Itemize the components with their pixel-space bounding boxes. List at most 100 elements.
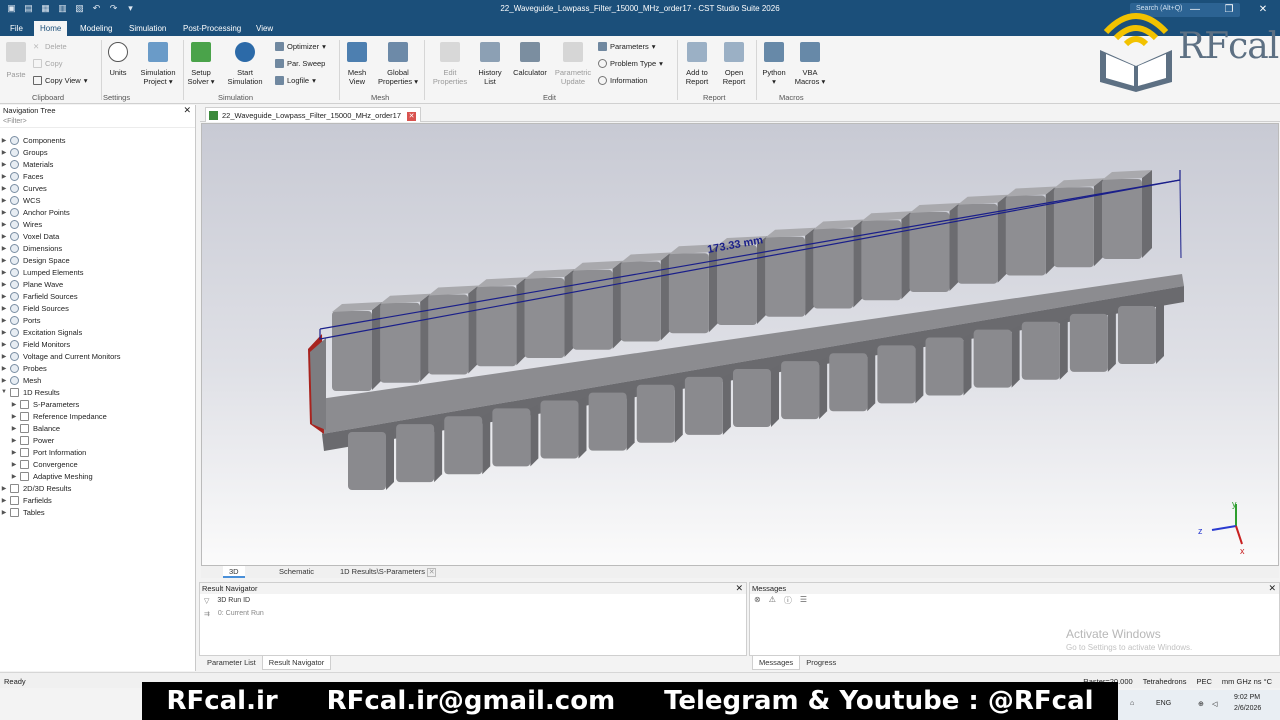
start-simulation-button[interactable]: Start Simulation [224, 42, 266, 86]
expand-arrow-icon[interactable]: ▶ [10, 437, 18, 444]
python-button[interactable]: Python ▾ [760, 42, 788, 86]
result-run-row[interactable]: ⇉ 0: Current Run [200, 607, 746, 620]
tree-item-wires[interactable]: ▶ Wires [0, 218, 195, 230]
tree-item-wcs[interactable]: ▶ WCS [0, 194, 195, 206]
status-boundary[interactable]: PEC [1196, 677, 1211, 686]
tree-item-field-monitors[interactable]: ▶ Field Monitors [0, 338, 195, 350]
tree-item-reference-impedance[interactable]: ▶ Reference Impedance [0, 410, 195, 422]
language-indicator[interactable]: ENG [1156, 700, 1171, 707]
expand-arrow-icon[interactable]: ▶ [0, 497, 8, 504]
tab-file[interactable]: File [4, 21, 29, 36]
tree-item-field-sources[interactable]: ▶ Field Sources [0, 302, 195, 314]
tree-item-farfield-sources[interactable]: ▶ Farfield Sources [0, 290, 195, 302]
tree-item-groups[interactable]: ▶ Groups [0, 146, 195, 158]
tree-item-probes[interactable]: ▶ Probes [0, 362, 195, 374]
tree-filter-input[interactable]: <Filter> [0, 117, 195, 128]
tab-modeling[interactable]: Modeling [74, 21, 118, 36]
expand-arrow-icon[interactable]: ▶ [0, 221, 8, 228]
close-icon[interactable]: ✕ [183, 105, 191, 116]
simulation-project-button[interactable]: Simulation Project ▾ [137, 42, 179, 86]
collapse-arrow-icon[interactable]: ▼ [0, 389, 8, 395]
global-properties-button[interactable]: Global Properties ▾ [376, 42, 420, 86]
delete-button[interactable]: ✕ Delete [33, 42, 67, 51]
expand-arrow-icon[interactable]: ▶ [10, 425, 18, 432]
parameters-button[interactable]: Parameters ▾ [598, 42, 656, 51]
expand-arrow-icon[interactable]: ▶ [0, 269, 8, 276]
tab-schematic[interactable]: Schematic [273, 566, 320, 578]
options-icon[interactable]: ☰ [800, 595, 807, 606]
tab-parameter-list[interactable]: Parameter List [201, 656, 262, 670]
expand-arrow-icon[interactable]: ▶ [0, 329, 8, 336]
tree-item-design-space[interactable]: ▶ Design Space [0, 254, 195, 266]
clock-date[interactable]: 2/6/2026 [1234, 705, 1261, 712]
tree-item-port-information[interactable]: ▶ Port Information [0, 446, 195, 458]
tree-item-adaptive-meshing[interactable]: ▶ Adaptive Meshing [0, 470, 195, 482]
tree-item-dimensions[interactable]: ▶ Dimensions [0, 242, 195, 254]
expand-arrow-icon[interactable]: ▶ [0, 305, 8, 312]
expand-arrow-icon[interactable]: ▶ [0, 173, 8, 180]
history-list-button[interactable]: History List [474, 42, 506, 86]
expand-arrow-icon[interactable]: ▶ [10, 413, 18, 420]
tab-simulation[interactable]: Simulation [123, 21, 172, 36]
expand-arrow-icon[interactable]: ▶ [0, 281, 8, 288]
tab-home[interactable]: Home [34, 21, 68, 36]
expand-arrow-icon[interactable]: ▶ [0, 365, 8, 372]
setup-solver-button[interactable]: Setup Solver ▾ [186, 42, 216, 86]
tree-item-tables[interactable]: ▶ Tables [0, 506, 195, 518]
optimizer-button[interactable]: Optimizer ▾ [275, 42, 326, 51]
problem-type-button[interactable]: Problem Type ▾ [598, 59, 663, 68]
edit-properties-button[interactable]: Edit Properties [428, 42, 472, 86]
status-mesh-type[interactable]: Tetrahedrons [1143, 677, 1187, 686]
tree-item-curves[interactable]: ▶ Curves [0, 182, 195, 194]
expand-arrow-icon[interactable]: ▶ [0, 257, 8, 264]
expand-arrow-icon[interactable]: ▶ [10, 401, 18, 408]
tree-item-farfields[interactable]: ▶ Farfields [0, 494, 195, 506]
expand-arrow-icon[interactable]: ▶ [0, 317, 8, 324]
tree-item-lumped-elements[interactable]: ▶ Lumped Elements [0, 266, 195, 278]
error-filter-icon[interactable]: ⊗ [754, 595, 761, 606]
close-icon[interactable]: ✕ [1268, 583, 1276, 594]
vba-macros-button[interactable]: VBA Macros ▾ [792, 42, 828, 86]
tree-item-materials[interactable]: ▶ Materials [0, 158, 195, 170]
status-units[interactable]: mm GHz ns °C [1222, 677, 1272, 686]
tree-item-plane-wave[interactable]: ▶ Plane Wave [0, 278, 195, 290]
expand-arrow-icon[interactable]: ▶ [0, 137, 8, 144]
3d-view[interactable]: 173.33 mm y z x [201, 123, 1279, 566]
warning-filter-icon[interactable]: ⚠ [769, 595, 776, 606]
tree-item-components[interactable]: ▶ Components [0, 134, 195, 146]
waveguide-filter-model[interactable]: 173.33 mm y z x [202, 124, 1280, 567]
info-filter-icon[interactable]: ⓘ [784, 595, 792, 606]
tab-messages[interactable]: Messages [752, 656, 801, 670]
calculator-button[interactable]: Calculator [510, 42, 550, 77]
add-to-report-button[interactable]: Add to Report [681, 42, 713, 86]
expand-arrow-icon[interactable]: ▶ [0, 209, 8, 216]
tree-item-faces[interactable]: ▶ Faces [0, 170, 195, 182]
copy-view-button[interactable]: Copy View ▾ [33, 76, 87, 85]
close-icon[interactable]: ✕ [735, 583, 743, 594]
tree-item-excitation-signals[interactable]: ▶ Excitation Signals [0, 326, 195, 338]
parametric-update-button[interactable]: Parametric Update [552, 42, 594, 86]
tab-3d[interactable]: 3D [223, 566, 245, 578]
expand-arrow-icon[interactable]: ▶ [0, 245, 8, 252]
tree-item-convergence[interactable]: ▶ Convergence [0, 458, 195, 470]
expand-arrow-icon[interactable]: ▶ [0, 485, 8, 492]
expand-arrow-icon[interactable]: ▶ [10, 461, 18, 468]
speaker-icon[interactable]: ◁ [1212, 700, 1217, 708]
expand-arrow-icon[interactable]: ▶ [0, 149, 8, 156]
expand-arrow-icon[interactable]: ▶ [0, 377, 8, 384]
network-icon[interactable]: ⌂ [1130, 700, 1134, 707]
close-tab-icon[interactable]: ✕ [407, 112, 417, 121]
units-button[interactable]: Units [104, 42, 132, 77]
tree-item-anchor-points[interactable]: ▶ Anchor Points [0, 206, 195, 218]
tab-progress[interactable]: Progress [800, 656, 842, 670]
tree-item-balance[interactable]: ▶ Balance [0, 422, 195, 434]
tab-1d-results-sparameters[interactable]: 1D Results\S-Parameters ✕ [334, 566, 442, 578]
tree-item-mesh[interactable]: ▶ Mesh [0, 374, 195, 386]
expand-arrow-icon[interactable]: ▶ [0, 293, 8, 300]
expand-arrow-icon[interactable]: ▶ [0, 161, 8, 168]
open-report-button[interactable]: Open Report [718, 42, 750, 86]
par-sweep-button[interactable]: Par. Sweep [275, 59, 325, 68]
tab-post-processing[interactable]: Post-Processing [177, 21, 247, 36]
expand-arrow-icon[interactable]: ▶ [0, 197, 8, 204]
expand-arrow-icon[interactable]: ▶ [10, 449, 18, 456]
